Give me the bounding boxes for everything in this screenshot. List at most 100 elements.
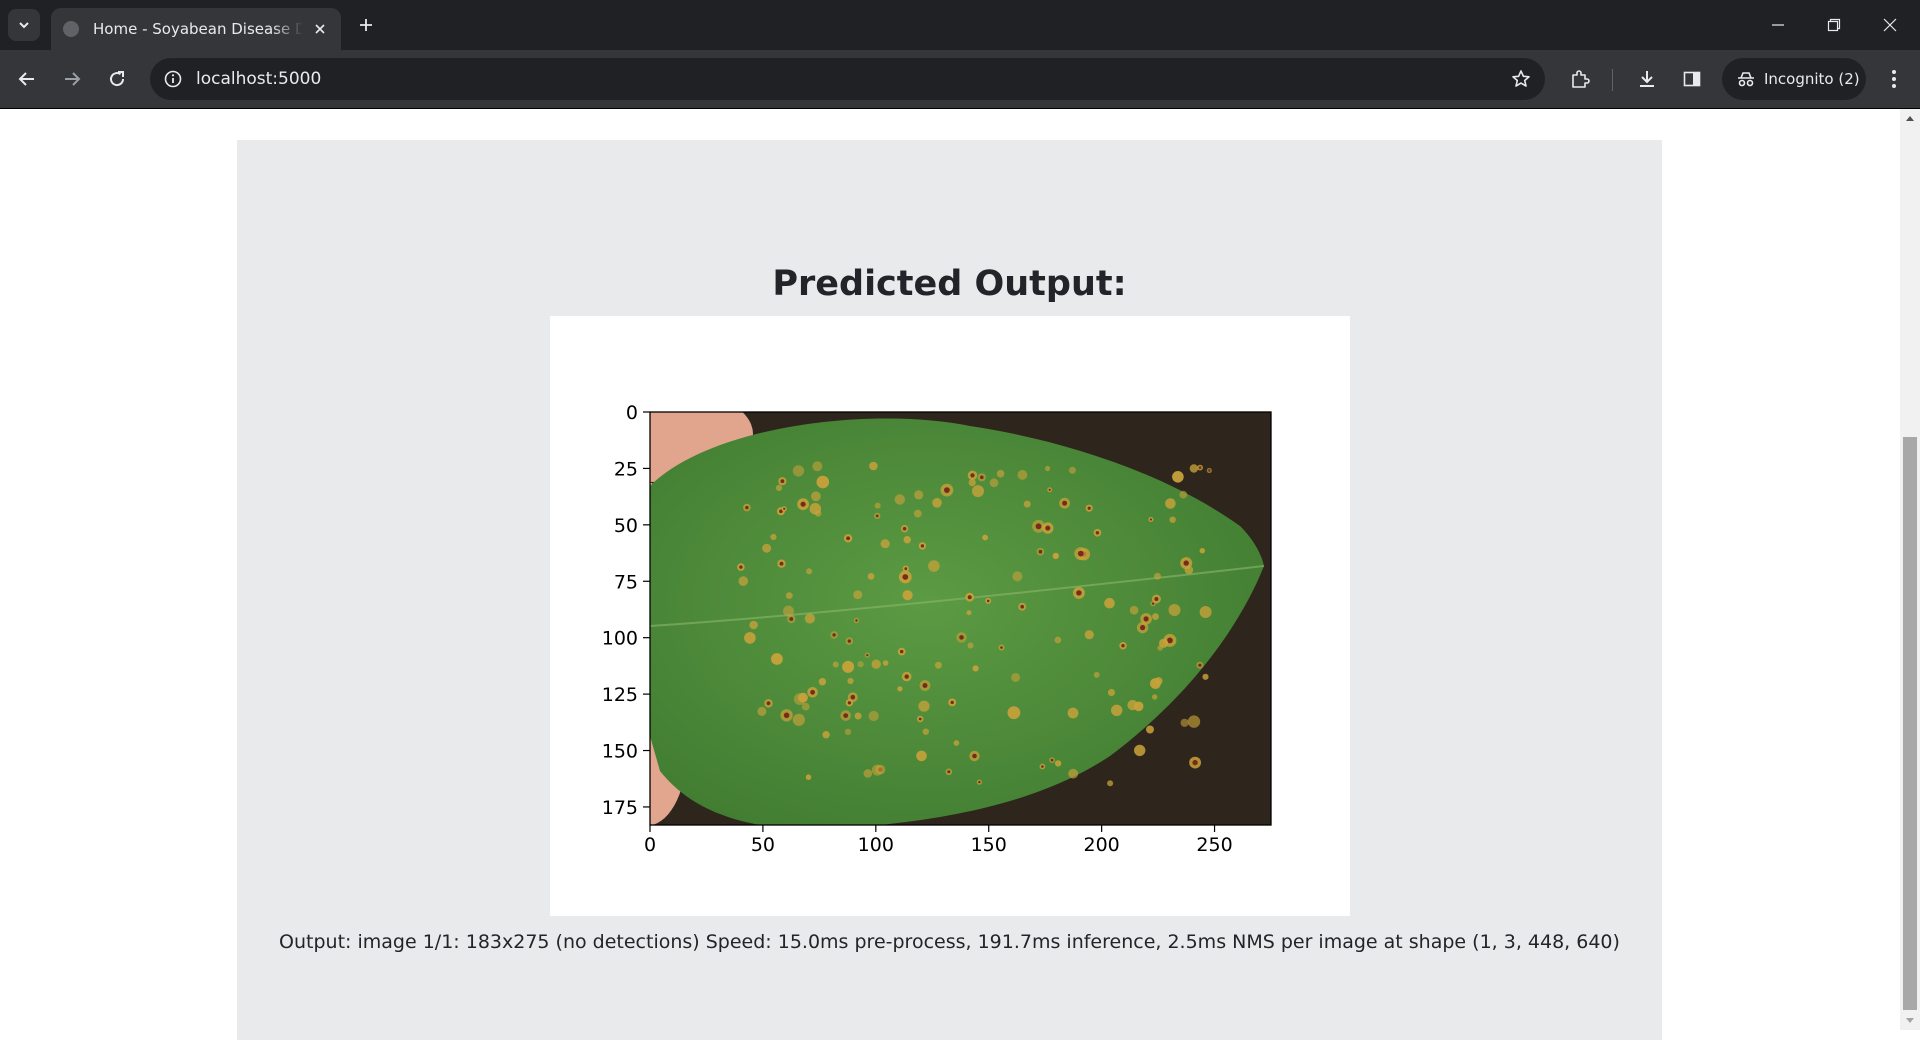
lesion-core: [904, 567, 908, 571]
arrow-right-icon: [65, 72, 81, 86]
lesion-spot: [771, 653, 783, 665]
lesion-core: [959, 635, 964, 640]
browser-menu-button[interactable]: [1876, 61, 1912, 97]
minimize-icon: [1772, 24, 1784, 26]
download-icon: [1640, 71, 1654, 87]
lesion-spot: [757, 706, 767, 716]
lesion-spot: [989, 478, 999, 488]
lesion-spot: [749, 620, 758, 630]
restore-button[interactable]: [1806, 0, 1862, 50]
lesion-spot: [1169, 516, 1176, 523]
leaf-image: [650, 412, 1271, 825]
lesion-spot: [880, 539, 890, 549]
tab-close-button[interactable]: [311, 20, 329, 38]
site-info-icon[interactable]: [158, 64, 188, 94]
url-text: localhost:5000: [196, 69, 322, 89]
downloads-button[interactable]: [1629, 61, 1665, 97]
side-panel-button[interactable]: [1674, 61, 1710, 97]
lesion-spot: [792, 465, 805, 477]
browser-toolbar: localhost:5000 Incognito (2): [0, 50, 1920, 108]
lesion-spot: [804, 613, 815, 624]
lesion-spot: [874, 502, 881, 509]
lesion-core: [986, 599, 990, 603]
y-tick-label: 50: [614, 515, 638, 537]
lesion-spot: [1165, 498, 1176, 509]
tab-search-button[interactable]: [8, 9, 40, 41]
browser-tab[interactable]: Home - Soyabean Disease Detection: [51, 8, 341, 50]
lesion-core: [900, 649, 904, 654]
extensions-button[interactable]: [1562, 61, 1598, 97]
lesion-spot: [953, 740, 960, 746]
lesion-core: [1041, 765, 1044, 768]
new-tab-button[interactable]: [352, 11, 380, 39]
lesion-spot: [1150, 678, 1161, 689]
lesion-spot: [798, 692, 808, 703]
lesion-core: [875, 514, 879, 518]
reload-button[interactable]: [99, 61, 135, 97]
lesion-spot: [1093, 671, 1100, 678]
lesion-spot: [972, 665, 979, 672]
page-title: Predicted Output:: [772, 264, 1127, 304]
star-icon: [1512, 70, 1530, 87]
lesion-spot: [934, 661, 942, 669]
lesion-core: [1087, 506, 1091, 510]
scroll-down-button[interactable]: [1900, 1012, 1920, 1030]
lesion-spot: [1012, 571, 1023, 582]
lesion-spot: [1111, 704, 1123, 716]
triangle-down-icon: [1906, 1018, 1914, 1023]
address-bar[interactable]: localhost:5000: [150, 58, 1545, 100]
lesion-spot: [966, 610, 972, 616]
incognito-indicator[interactable]: Incognito (2): [1722, 58, 1866, 100]
page-scrollbar[interactable]: [1900, 109, 1920, 1030]
lesion-spot: [967, 642, 974, 649]
lesion-spot: [770, 533, 777, 541]
lesion-core: [745, 505, 749, 510]
lesion-spot: [785, 592, 793, 599]
triangle-up-icon: [1906, 116, 1914, 121]
lesion-core: [855, 619, 858, 622]
lesion-spot: [982, 534, 988, 541]
lesion-core: [832, 633, 836, 637]
back-button[interactable]: [9, 61, 45, 97]
lesion-core: [1143, 616, 1149, 622]
lesion-spot: [1146, 725, 1154, 734]
lesion-core: [1000, 646, 1003, 649]
lesion-spot: [1017, 470, 1028, 480]
incognito-label: Incognito (2): [1764, 70, 1860, 88]
lesion-core: [950, 700, 954, 705]
bookmark-button[interactable]: [1509, 67, 1533, 91]
forward-button[interactable]: [54, 61, 90, 97]
scrollbar-thumb[interactable]: [1903, 437, 1917, 1010]
lesion-core: [789, 617, 794, 621]
lesion-spot: [922, 728, 929, 735]
lesion-spot: [1154, 572, 1161, 580]
scroll-up-button[interactable]: [1900, 109, 1920, 127]
lesion-spot: [801, 702, 810, 711]
lesion-spot: [897, 686, 903, 692]
lesion-core: [1154, 597, 1159, 601]
lesion-spot: [1180, 718, 1189, 727]
browser-tab-bar: Home - Soyabean Disease Detection: [0, 0, 1920, 50]
lesion-spot: [816, 475, 830, 489]
lesion-spot: [1107, 780, 1114, 787]
x-tick-label: 200: [1084, 834, 1120, 856]
close-icon: [315, 24, 325, 34]
y-axis: 0 25 50 75 100 125 150 175: [602, 402, 650, 819]
minimize-button[interactable]: [1750, 0, 1806, 50]
lesion-spot: [1152, 613, 1159, 620]
lesion-core: [1140, 625, 1146, 631]
y-tick-label: 25: [614, 458, 638, 480]
lesion-spot: [928, 560, 940, 572]
puzzle-icon: [1572, 70, 1590, 88]
lesion-spot: [1159, 638, 1169, 648]
lesion-spot: [1068, 768, 1079, 779]
lesion-core: [1062, 500, 1068, 506]
lesion-core: [800, 501, 806, 507]
lesion-spot: [738, 576, 749, 586]
lesion-spot: [918, 700, 930, 712]
lesion-spot: [844, 728, 852, 735]
lesion-spot: [996, 469, 1005, 478]
lesion-spot: [1152, 694, 1158, 700]
lesion-spot: [863, 769, 873, 778]
close-window-button[interactable]: [1862, 0, 1918, 50]
